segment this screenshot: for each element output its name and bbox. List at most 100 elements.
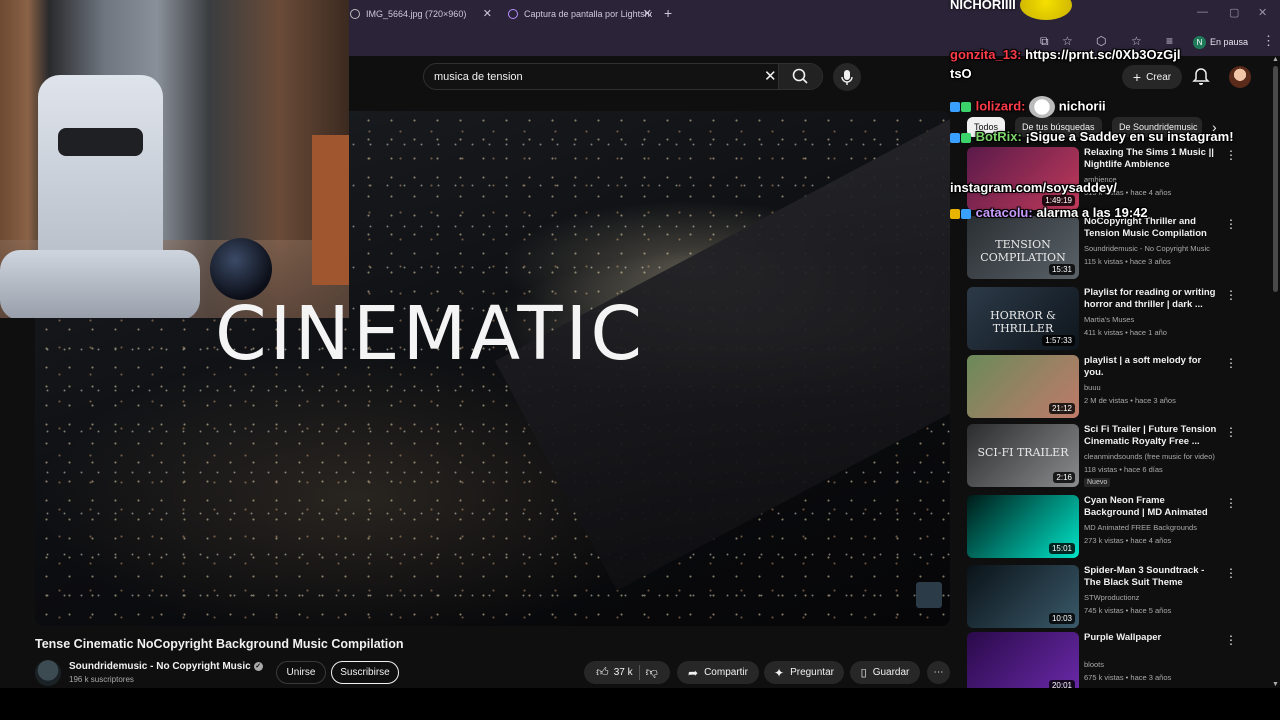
notifications-bell-icon[interactable] [1192, 67, 1210, 87]
screen: { "browser": { "tabs": [ {"label": "IMG_… [0, 0, 1280, 720]
profile-avatar: N [1193, 35, 1206, 49]
scroll-down-icon[interactable]: ▼ [1272, 681, 1279, 688]
recommendation-channel[interactable]: Martia's Muses [1084, 315, 1229, 324]
recommendation-channel[interactable]: STWproductionz [1084, 593, 1229, 602]
share-icon: ➦ [688, 665, 699, 680]
webcam-overlay [0, 0, 349, 318]
ask-button[interactable]: ✦ Preguntar [764, 661, 844, 684]
video-thumbnail[interactable]: 20:01 [967, 632, 1079, 695]
more-options-icon[interactable]: ⋮ [1225, 217, 1237, 231]
browser-tab[interactable]: Captura de pantalla por Lightshot ✕ [508, 4, 652, 24]
recommendation-item[interactable]: 15:01 Cyan Neon Frame Background | MD Ani… [967, 495, 1267, 559]
minimize-icon[interactable]: — [1197, 6, 1208, 18]
more-options-icon[interactable]: ⋮ [1225, 288, 1237, 302]
chat-username: lolizard: [975, 98, 1026, 114]
recommendation-channel[interactable]: cleanmindsounds (free music for video) [1084, 452, 1229, 461]
join-button[interactable]: Unirse [276, 661, 326, 684]
video-thumbnail[interactable]: SCI-FI TRAILER 2:16 [967, 424, 1079, 487]
recommendation-item[interactable]: TENSION COMPILATION 15:31 NoCopyright Thri… [967, 216, 1267, 280]
recommendation-title[interactable]: playlist | a soft melody for you. [1084, 355, 1222, 379]
create-button[interactable]: + Crear [1122, 65, 1182, 89]
video-thumbnail[interactable]: 10:03 [967, 565, 1079, 628]
browser-menu-icon[interactable]: ⋮ [1262, 33, 1275, 49]
recommendation-title[interactable]: Sci Fi Trailer | Future Tension Cinemati… [1084, 424, 1222, 448]
favorites-icon[interactable]: ☆ [1131, 34, 1142, 48]
video-duration: 1:57:33 [1042, 335, 1075, 346]
recommendation-item[interactable]: HORROR & THRILLER 1:57:33 Playlist for rea… [967, 287, 1267, 351]
profile-button[interactable]: N En pausa [1193, 34, 1248, 50]
video-duration: 21:12 [1048, 403, 1075, 414]
cat-emote-icon [1029, 96, 1056, 118]
recommendation-channel[interactable]: Soundridemusic - No Copyright Music [1084, 244, 1229, 253]
extensions-icon[interactable]: ⬡ [1096, 34, 1106, 48]
recommendation-title[interactable]: Purple Wallpaper [1084, 632, 1222, 644]
recommendation-item[interactable]: 20:01 Purple Wallpaper bloots 675 k vistas … [967, 632, 1267, 696]
reading-list-icon[interactable]: ≡ [1166, 34, 1173, 48]
recommendation-title[interactable]: Relaxing The Sims 1 Music || Nightlife A… [1084, 147, 1222, 171]
video-duration: 2:16 [1053, 472, 1075, 483]
video-thumbnail[interactable]: HORROR & THRILLER 1:57:33 [967, 287, 1079, 350]
recommendation-meta: 675 k vistas • hace 3 años [1084, 673, 1172, 682]
microphone-icon [841, 70, 853, 85]
search-button[interactable] [778, 64, 822, 89]
recommendation-meta: 411 k vistas • hace 1 año [1084, 328, 1167, 337]
search-input[interactable] [434, 69, 754, 85]
more-options-icon[interactable]: ⋮ [1225, 566, 1237, 580]
more-options-icon[interactable]: ⋮ [1225, 425, 1237, 439]
clear-search-icon[interactable]: ✕ [764, 67, 777, 85]
thumbs-down-icon[interactable]: 👎︎ [646, 665, 664, 680]
video-thumbnail[interactable]: 15:01 [967, 495, 1079, 558]
browser-tab[interactable]: IMG_5664.jpg (720×960) ✕ [350, 4, 492, 24]
more-options-icon[interactable]: ⋮ [1225, 356, 1237, 370]
window-close-icon[interactable]: ✕ [1258, 6, 1267, 19]
like-count: 37 k [613, 667, 633, 678]
recommendation-item[interactable]: 1:49:19 Relaxing The Sims 1 Music || Nigh… [967, 147, 1267, 211]
more-options-icon[interactable]: ⋮ [1225, 148, 1237, 162]
chat-username: BotRix: [975, 129, 1022, 144]
more-options-icon[interactable]: ⋮ [1225, 633, 1237, 647]
close-icon[interactable]: ✕ [643, 7, 652, 20]
recommendation-meta: 745 k vistas • hace 5 años [1084, 606, 1172, 615]
channel-watermark[interactable] [916, 582, 942, 608]
subscriber-count: 196 k suscriptores [69, 675, 134, 684]
globe-icon [350, 9, 360, 19]
lightshot-icon [508, 9, 518, 19]
video-thumbnail[interactable]: TENSION COMPILATION 15:31 [967, 216, 1079, 279]
recommendation-title[interactable]: Spider-Man 3 Soundtrack - The Black Suit… [1084, 565, 1222, 590]
video-thumbnail[interactable]: 1:49:19 [967, 147, 1079, 210]
more-options-icon[interactable]: ⋮ [1225, 496, 1237, 510]
recommendation-item[interactable]: 21:12 playlist | a soft melody for you. bu… [967, 355, 1267, 419]
recommendation-channel[interactable]: MD Animated FREE Backgrounds [1084, 523, 1229, 532]
scroll-up-icon[interactable]: ▲ [1272, 56, 1279, 63]
recommendation-channel[interactable]: bloots [1084, 660, 1229, 669]
badge-icon [961, 208, 971, 219]
new-tab-icon[interactable]: + [664, 5, 672, 21]
search-icon [792, 68, 808, 84]
channel-name-text[interactable]: Soundridemusic - No Copyright Music [69, 661, 251, 672]
page-scrollbar[interactable]: ▲ ▼ [1272, 56, 1280, 688]
thumbnail-text: HORROR & THRILLER [990, 309, 1056, 335]
share-button[interactable]: ➦ Compartir [677, 661, 759, 684]
badge-icon [961, 102, 971, 112]
recommendation-item[interactable]: 10:03 Spider-Man 3 Soundtrack - The Black… [967, 565, 1267, 629]
recommendation-channel[interactable]: buuu [1084, 383, 1229, 392]
save-button[interactable]: ▯ Guardar [850, 661, 920, 684]
bookmark-star-icon[interactable]: ☆ [1062, 34, 1073, 48]
video-thumbnail[interactable]: 21:12 [967, 355, 1079, 418]
like-button[interactable]: 👍︎ 37 k [590, 665, 632, 680]
channel-avatar[interactable] [35, 660, 61, 686]
channel-name[interactable]: Soundridemusic - No Copyright Music ✓ [69, 661, 263, 672]
subscribe-button[interactable]: Suscribirse [331, 661, 399, 684]
scrollbar-thumb[interactable] [1273, 66, 1278, 292]
recommendation-item[interactable]: SCI-FI TRAILER 2:16 Sci Fi Trailer | Futur… [967, 424, 1267, 488]
maximize-icon[interactable]: ▢ [1229, 6, 1239, 19]
chat-message-continued: instagram.com/soysaddey/ [950, 180, 1117, 195]
recommendation-meta: 2 M de vistas • hace 3 años [1084, 396, 1176, 405]
voice-search-button[interactable] [833, 63, 861, 91]
account-avatar[interactable] [1229, 66, 1251, 88]
chat-message: catacolu: alarma a las 19:42 [950, 205, 1148, 220]
recommendation-title[interactable]: Playlist for reading or writing horror a… [1084, 287, 1222, 311]
recommendation-title[interactable]: Cyan Neon Frame Background | MD Animated… [1084, 495, 1222, 520]
more-actions-button[interactable]: ⋯ [927, 661, 950, 684]
close-icon[interactable]: ✕ [483, 7, 492, 20]
